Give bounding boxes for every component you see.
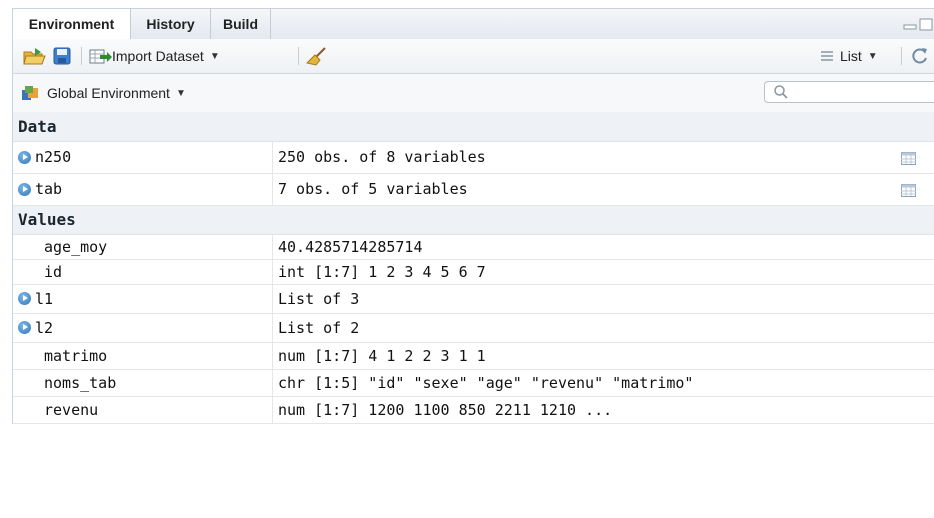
list-lines-icon [821, 51, 833, 61]
load-workspace-button[interactable] [23, 45, 47, 67]
save-icon [53, 47, 71, 65]
environment-pane: Environment History Build Import Dataset… [0, 0, 934, 518]
section-header-values: Values [13, 206, 934, 235]
broom-icon [306, 47, 326, 66]
object-value: int [1:7] 1 2 3 4 5 6 7 [278, 263, 486, 281]
open-folder-icon [23, 48, 46, 65]
tab-bar: Environment History Build [12, 8, 934, 40]
import-dataset-button[interactable]: Import Dataset ▼ [88, 45, 220, 67]
view-mode-dropdown[interactable]: List ▼ [820, 45, 878, 67]
expand-icon[interactable] [18, 151, 31, 164]
environment-cube-icon [22, 86, 38, 100]
object-name: revenu [44, 401, 99, 419]
chevron-down-icon: ▼ [209, 50, 220, 62]
toolbar: Import Dataset ▼ List ▼ [12, 39, 934, 74]
object-name: l1 [35, 290, 54, 308]
object-value: num [1:7] 4 1 2 2 3 1 1 [278, 347, 486, 365]
object-value: List of 2 [278, 319, 360, 337]
chevron-down-icon: ▼ [175, 87, 186, 99]
save-workspace-button[interactable] [53, 45, 71, 67]
table-row[interactable]: tab 7 obs. of 5 variables [13, 174, 934, 206]
table-row[interactable]: l2 List of 2 [13, 314, 934, 343]
search-icon [774, 85, 788, 99]
object-name: noms_tab [44, 374, 117, 392]
refresh-icon [912, 48, 927, 64]
environment-selector[interactable]: Global Environment ▼ [21, 82, 186, 104]
environment-bar: Global Environment ▼ [12, 74, 934, 113]
object-name: age_moy [44, 238, 108, 256]
expand-icon[interactable] [18, 292, 31, 305]
refresh-button[interactable] [910, 45, 930, 67]
object-name: tab [35, 180, 63, 198]
section-header-data: Data [13, 112, 934, 142]
view-mode-label: List [840, 48, 862, 64]
table-row[interactable]: matrimo num [1:7] 4 1 2 2 3 1 1 [13, 343, 934, 370]
table-row[interactable]: revenu num [1:7] 1200 1100 850 2211 1210… [13, 397, 934, 424]
maximize-icon[interactable] [919, 18, 933, 32]
table-row[interactable]: noms_tab chr [1:5] "id" "sexe" "age" "re… [13, 370, 934, 397]
object-value: num [1:7] 1200 1100 850 2211 1210 ... [278, 401, 613, 419]
minimize-icon[interactable] [903, 18, 917, 30]
tab-environment[interactable]: Environment [13, 9, 131, 40]
chevron-down-icon: ▼ [867, 50, 878, 62]
import-icon [89, 49, 112, 64]
expand-icon[interactable] [18, 321, 31, 334]
environment-label: Global Environment [47, 85, 170, 101]
object-value: 7 obs. of 5 variables [278, 180, 468, 198]
import-dataset-label: Import Dataset [112, 48, 204, 64]
object-name: id [44, 263, 63, 281]
object-name: n250 [35, 148, 72, 166]
table-row[interactable]: age_moy 40.4285714285714 [13, 235, 934, 260]
environment-grid: Data n250 250 obs. of 8 variables tab 7 … [12, 112, 934, 424]
expand-icon[interactable] [18, 183, 31, 196]
object-value: 40.4285714285714 [278, 238, 423, 256]
tab-history[interactable]: History [131, 9, 211, 39]
table-row[interactable]: l1 List of 3 [13, 285, 934, 314]
object-name: l2 [35, 319, 54, 337]
object-value: 250 obs. of 8 variables [278, 148, 486, 166]
object-name: matrimo [44, 347, 108, 365]
table-view-icon[interactable] [901, 152, 916, 165]
clear-workspace-button[interactable] [305, 45, 329, 67]
search-input[interactable] [764, 81, 934, 103]
object-value: List of 3 [278, 290, 360, 308]
object-value: chr [1:5] "id" "sexe" "age" "revenu" "ma… [278, 374, 694, 392]
table-view-icon[interactable] [901, 184, 916, 197]
tab-build[interactable]: Build [211, 9, 271, 39]
table-row[interactable]: id int [1:7] 1 2 3 4 5 6 7 [13, 260, 934, 285]
table-row[interactable]: n250 250 obs. of 8 variables [13, 142, 934, 174]
